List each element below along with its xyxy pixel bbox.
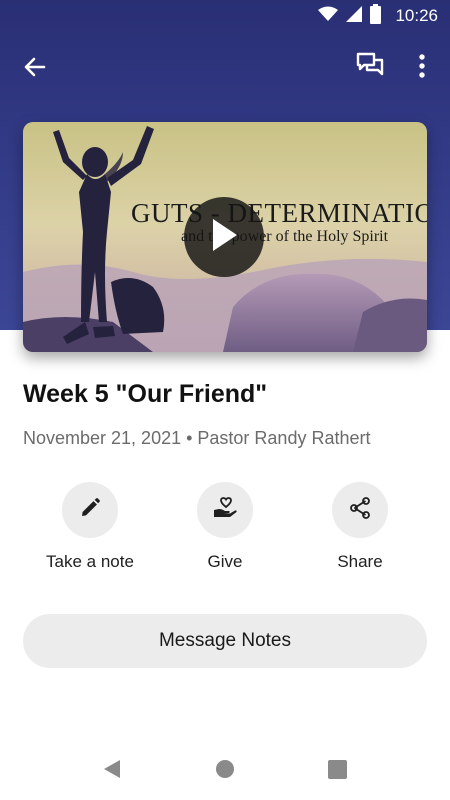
app-bar [0, 40, 450, 92]
battery-icon [370, 3, 382, 29]
system-nav-bar [0, 740, 450, 800]
take-note-button[interactable]: Take a note [25, 482, 155, 582]
message-notes-button[interactable]: Message Notes [23, 614, 427, 668]
wifi-icon [318, 6, 339, 27]
give-heart-hand-icon [212, 496, 238, 525]
play-icon [207, 216, 241, 259]
take-note-circle[interactable] [62, 482, 118, 538]
status-time: 10:26 [395, 6, 438, 25]
nav-recents-icon[interactable] [328, 760, 347, 784]
share-icon [348, 496, 372, 525]
share-circle[interactable] [332, 482, 388, 538]
give-circle[interactable] [197, 482, 253, 538]
share-label: Share [337, 552, 383, 571]
slide-title: GUTS - DETERMINATION [131, 198, 427, 228]
share-button[interactable]: Share [295, 482, 425, 582]
message-title: Week 5 "Our Friend" [23, 380, 268, 408]
give-label: Give [207, 552, 243, 571]
take-note-label: Take a note [46, 552, 134, 571]
message-meta: November 21, 2021 • Pastor Randy Rathert [23, 428, 371, 448]
status-bar: 10:26 [0, 0, 450, 32]
chat-icon[interactable] [354, 50, 386, 82]
nav-home-icon[interactable] [215, 759, 235, 784]
sermon-video[interactable]: GUTS - DETERMINATION and the power of th… [23, 122, 427, 352]
play-button[interactable] [184, 197, 264, 277]
more-vert-icon[interactable] [410, 52, 434, 82]
nav-back-icon[interactable] [100, 758, 122, 785]
cell-signal-icon [346, 5, 363, 27]
back-arrow-icon[interactable] [20, 52, 50, 82]
pencil-icon [79, 497, 101, 524]
give-button[interactable]: Give [160, 482, 290, 582]
